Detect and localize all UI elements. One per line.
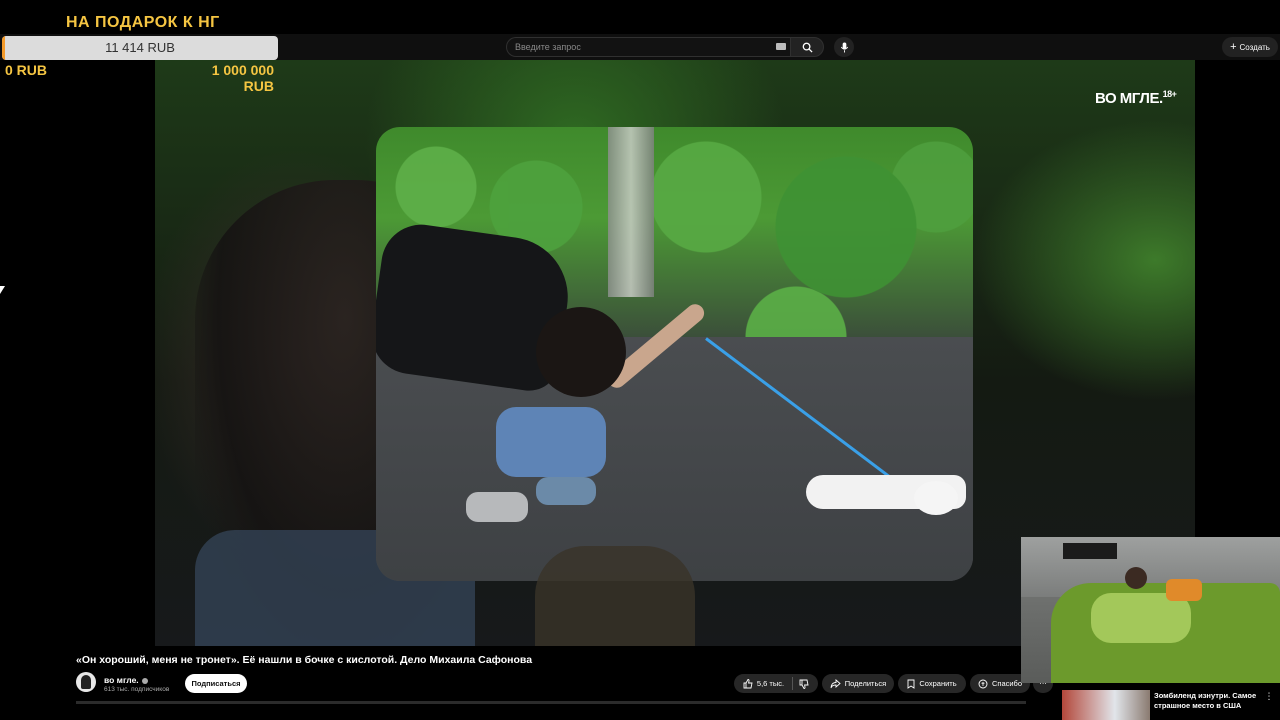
- keyboard-icon[interactable]: [776, 43, 786, 50]
- person-jeans: [496, 407, 606, 477]
- channel-name-wrap[interactable]: во мгле.: [104, 675, 148, 685]
- like-count: 5,6 тыс.: [756, 679, 785, 688]
- video-frame: [376, 127, 973, 581]
- bookmark-icon: [907, 679, 915, 689]
- donation-current-amount: 11 414 RUB: [105, 40, 175, 55]
- avatar-icon: [81, 675, 91, 689]
- create-button[interactable]: + Создать: [1222, 37, 1278, 57]
- voice-search-button[interactable]: [834, 37, 854, 57]
- search-icon: [802, 42, 813, 53]
- recommended-video-menu-icon[interactable]: ⋮: [1264, 690, 1274, 702]
- search-box: [506, 37, 824, 57]
- foreground-blur: [535, 546, 695, 646]
- mouse-cursor-icon: [0, 286, 5, 294]
- cat-head: [914, 481, 958, 515]
- recommended-video-thumbnail[interactable]: [1062, 690, 1150, 720]
- save-button[interactable]: Сохранить: [898, 674, 966, 693]
- webcam-streamer: [1125, 567, 1147, 589]
- donation-progress-bar: 11 414 RUB: [2, 36, 278, 60]
- channel-avatar[interactable]: [76, 672, 96, 692]
- save-label: Сохранить: [919, 679, 957, 688]
- divider: [76, 701, 1026, 704]
- recommended-video-title[interactable]: Зомбиленд изнутри. Самое страшное место …: [1154, 691, 1258, 711]
- verified-icon: [141, 677, 148, 684]
- create-label: Создать: [1239, 42, 1270, 52]
- thumbs-down-icon: [799, 679, 809, 689]
- thanks-icon: [978, 679, 988, 688]
- donation-goal-title: НА ПОДАРОК К НГ: [66, 14, 220, 31]
- like-dislike-group: 5,6 тыс.: [734, 674, 818, 693]
- fence-pole: [608, 127, 654, 297]
- dislike-button[interactable]: [797, 679, 809, 689]
- channel-watermark: ВО МГЛЕ.18+: [1095, 89, 1177, 107]
- like-button[interactable]: 5,6 тыс.: [743, 677, 794, 690]
- channel-name[interactable]: во мгле.: [104, 675, 139, 685]
- share-icon: [830, 678, 841, 688]
- donation-max-label: 1 000 000 RUB: [211, 62, 274, 94]
- subscriber-count: 613 тыс. подписчиков: [104, 686, 170, 693]
- subscribe-button[interactable]: Подписаться: [185, 674, 247, 693]
- person-hair: [536, 307, 626, 397]
- webcam-orange-pillow: [1166, 579, 1202, 601]
- donation-min-label: 0 RUB: [5, 62, 48, 78]
- age-rating: 18+: [1162, 89, 1177, 99]
- share-label: Поделиться: [844, 679, 887, 688]
- search-button[interactable]: [790, 37, 824, 57]
- share-button[interactable]: Поделиться: [822, 674, 894, 693]
- webcam-window: [1063, 543, 1117, 559]
- search-input[interactable]: [506, 37, 790, 57]
- mic-icon: [840, 41, 848, 53]
- thanks-label: Спасибо: [991, 679, 1023, 688]
- person-shoe: [466, 492, 528, 522]
- person-slipper: [536, 477, 596, 505]
- thumbs-up-icon: [743, 678, 753, 688]
- video-title: «Он хороший, меня не тронет». Её нашли в…: [76, 654, 533, 666]
- webcam-overlay: [1021, 537, 1280, 683]
- plus-icon: +: [1230, 41, 1237, 53]
